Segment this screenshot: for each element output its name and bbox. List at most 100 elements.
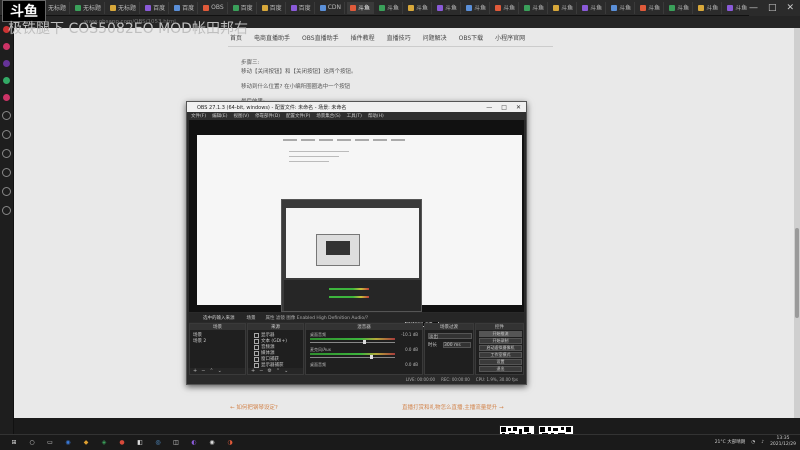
menu-profile[interactable]: 配置文件(P) <box>286 113 310 119</box>
nav-miniprogram[interactable]: 小程序官网 <box>495 33 525 42</box>
start-streaming-button[interactable]: 开始推流 <box>479 331 522 337</box>
exit-button[interactable]: 退出 <box>479 366 522 372</box>
sidebar-icon-8[interactable] <box>2 149 11 158</box>
browser-tab[interactable]: 斗鱼 <box>637 1 665 14</box>
nav-plugins[interactable]: 插件教程 <box>351 33 375 42</box>
close-button[interactable]: ✕ <box>786 3 794 13</box>
start-recording-button[interactable]: 开始录制 <box>479 338 522 344</box>
nav-download[interactable]: OBS下载 <box>459 33 484 42</box>
next-article-link[interactable]: 直播打赏和礼物怎么直播,主播流量提升 → <box>402 403 504 411</box>
task-view-icon[interactable]: ▭ <box>46 439 54 447</box>
obs-maximize-button[interactable]: □ <box>501 104 507 111</box>
browser-tab[interactable]: 斗鱼 <box>347 1 375 14</box>
browser-tab[interactable]: 斗鱼 <box>666 1 694 14</box>
browser-tab[interactable]: 斗鱼 <box>521 1 549 14</box>
transition-select[interactable]: 淡出 <box>428 333 472 340</box>
browser-tab[interactable]: 斗鱼 <box>492 1 520 14</box>
nav-issues[interactable]: 问题解决 <box>423 33 447 42</box>
virtual-camera-button[interactable]: 启动虚拟摄像机 <box>479 345 522 351</box>
nav-tips[interactable]: 直播技巧 <box>387 33 411 42</box>
browser-tab[interactable]: 斗鱼 <box>463 1 491 14</box>
sidebar-icon-6[interactable] <box>2 111 11 120</box>
tab-favicon-icon <box>466 4 473 11</box>
menu-help[interactable]: 帮助(H) <box>368 113 384 119</box>
browser-tab[interactable]: 百度 <box>142 1 170 14</box>
wechat-icon[interactable]: ◈ <box>100 439 108 447</box>
browser-tab[interactable]: 斗鱼 <box>608 1 636 14</box>
studio-mode-button[interactable]: 工作室模式 <box>479 352 522 358</box>
prev-article-link[interactable]: ← 如何把钢琴设定? <box>230 403 278 411</box>
menu-view[interactable]: 视图(V) <box>233 113 249 119</box>
sidebar-icon-9[interactable] <box>2 168 11 177</box>
browser-tab[interactable]: 斗鱼 <box>434 1 462 14</box>
app-icon[interactable]: ◐ <box>190 439 198 447</box>
sidebar-icon-2[interactable] <box>3 43 10 50</box>
start-icon[interactable]: ⊞ <box>10 439 18 447</box>
browser-tab[interactable]: 斗鱼 <box>376 1 404 14</box>
add-icon[interactable]: + <box>193 368 197 374</box>
sidebar-icon-10[interactable] <box>2 187 11 196</box>
app-icon[interactable]: ◫ <box>172 439 180 447</box>
app-icon[interactable]: ● <box>118 439 126 447</box>
volume-slider[interactable] <box>310 342 395 343</box>
volume-knob[interactable] <box>362 340 366 344</box>
down-icon[interactable]: ⌄ <box>218 368 222 374</box>
settings-button[interactable]: 设置 <box>479 359 522 365</box>
app-icon[interactable]: ◧ <box>136 439 144 447</box>
remove-icon[interactable]: − <box>201 368 205 374</box>
sidebar-icon-3[interactable] <box>3 60 10 67</box>
obs-close-button[interactable]: ✕ <box>516 104 521 111</box>
volume-icon[interactable]: ♪ <box>761 440 764 445</box>
volume-knob[interactable] <box>369 355 373 359</box>
obs-minimize-button[interactable]: — <box>486 104 492 111</box>
browser-tab[interactable]: 无标题 <box>72 1 106 14</box>
browser-tab[interactable]: OBS <box>200 1 228 14</box>
up-icon[interactable]: ⌃ <box>276 368 280 374</box>
browser-tab[interactable]: 无标题 <box>107 1 141 14</box>
browser-tab[interactable]: 斗鱼 <box>724 1 752 14</box>
menu-scene-collection[interactable]: 场景集合(S) <box>316 113 340 119</box>
scrollbar-thumb[interactable] <box>795 228 799 318</box>
nav-obs-assistant[interactable]: OBS直播助手 <box>302 33 339 42</box>
duration-input[interactable]: 300 ms <box>443 342 471 348</box>
nav-ecommerce[interactable]: 电商直播助手 <box>254 33 290 42</box>
source-toolbar[interactable]: 属性 滤镜 图像 Enabled High Definition Audio/? <box>266 315 369 321</box>
page-scrollbar[interactable] <box>794 28 800 418</box>
app-icon[interactable]: ◉ <box>208 439 216 447</box>
minimize-button[interactable]: — <box>749 3 758 13</box>
browser-tab[interactable]: 斗鱼 <box>579 1 607 14</box>
app-icon[interactable]: ◉ <box>64 439 72 447</box>
gear-icon[interactable]: ⚙ <box>267 368 271 374</box>
up-icon[interactable]: ⌃ <box>209 368 213 374</box>
menu-docks[interactable]: 停靠部件(D) <box>255 113 280 119</box>
browser-tab[interactable]: CDN <box>317 1 345 14</box>
search-icon[interactable]: ○ <box>28 439 36 447</box>
add-icon[interactable]: + <box>251 368 255 374</box>
app-icon[interactable]: ◑ <box>226 439 234 447</box>
maximize-button[interactable]: □ <box>768 3 777 13</box>
scene-item[interactable]: 场景 2 <box>193 338 206 344</box>
sidebar-icon-7[interactable] <box>2 130 11 139</box>
tab-favicon-icon <box>727 4 734 11</box>
browser-tab[interactable]: 百度 <box>230 1 257 14</box>
down-icon[interactable]: ⌄ <box>284 368 288 374</box>
browser-tab[interactable]: 斗鱼 <box>695 1 723 14</box>
browser-tab[interactable]: 百度 <box>171 1 199 14</box>
weather-widget[interactable]: 21°C 大部晴朗 <box>715 439 746 445</box>
app-icon[interactable]: ◆ <box>82 439 90 447</box>
menu-file[interactable]: 文件(F) <box>191 113 206 119</box>
browser-tab[interactable]: 斗鱼 <box>405 1 433 14</box>
volume-slider[interactable] <box>310 357 395 358</box>
remove-icon[interactable]: − <box>259 368 263 374</box>
sidebar-icon-4[interactable] <box>3 77 10 84</box>
browser-tab[interactable]: 百度 <box>288 1 315 14</box>
network-icon[interactable]: ◔ <box>751 440 755 445</box>
browser-tab[interactable]: 斗鱼 <box>550 1 578 14</box>
app-icon[interactable]: ◎ <box>154 439 162 447</box>
browser-tab[interactable]: 百度 <box>259 1 286 14</box>
menu-edit[interactable]: 编辑(E) <box>212 113 227 119</box>
clock[interactable]: 13:35 2021/12/29 <box>770 436 796 448</box>
menu-tools[interactable]: 工具(T) <box>347 113 362 119</box>
sidebar-icon-5[interactable] <box>3 94 10 101</box>
bulb-icon[interactable] <box>2 206 11 215</box>
